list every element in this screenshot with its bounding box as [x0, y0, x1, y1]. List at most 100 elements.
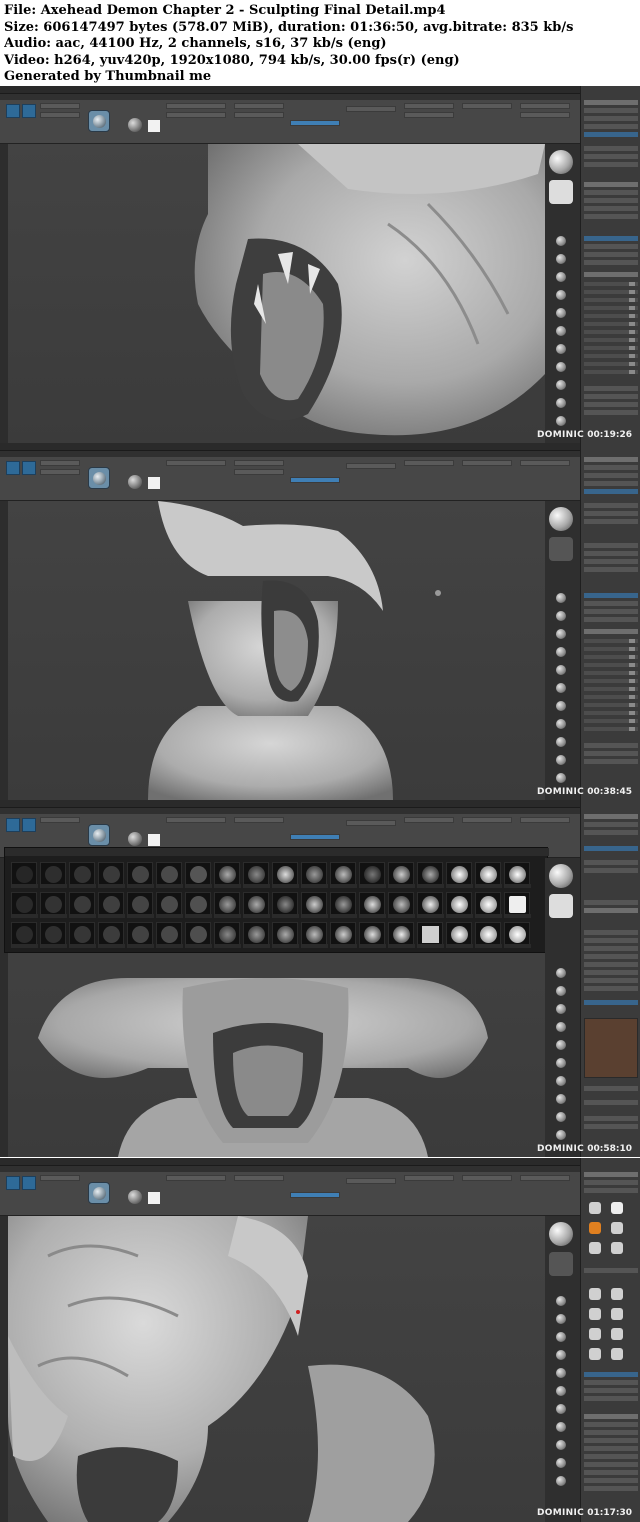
- brush-slot-icon[interactable]: [556, 362, 566, 372]
- panel-row[interactable]: [584, 146, 638, 151]
- tool-icon[interactable]: [611, 1242, 623, 1254]
- tool-icon[interactable]: [611, 1308, 623, 1320]
- alpha-thumbnail[interactable]: [330, 922, 357, 948]
- toolbar-button[interactable]: [520, 103, 570, 109]
- material-icon[interactable]: [128, 832, 142, 846]
- brush-slot-icon[interactable]: [556, 236, 566, 246]
- panel-slider[interactable]: [584, 711, 638, 715]
- sculpt-viewport[interactable]: [8, 144, 545, 443]
- panel-slider[interactable]: [584, 338, 638, 342]
- panel-row[interactable]: [584, 908, 638, 913]
- brush-slot-icon[interactable]: [556, 380, 566, 390]
- alpha-thumbnail[interactable]: [417, 922, 444, 948]
- toolbar-button[interactable]: [404, 1175, 454, 1181]
- brush-slot-icon[interactable]: [556, 290, 566, 300]
- toolbar-button[interactable]: [404, 112, 454, 118]
- alpha-thumbnail[interactable]: [475, 862, 502, 888]
- panel-row[interactable]: [584, 567, 638, 572]
- intensity-slider[interactable]: [290, 477, 340, 483]
- draw-icon[interactable]: [22, 1176, 36, 1190]
- panel-slider[interactable]: [584, 306, 638, 310]
- stroke-icon[interactable]: [549, 1252, 573, 1276]
- panel-slider[interactable]: [584, 322, 638, 326]
- panel-row[interactable]: [584, 601, 638, 606]
- panel-row[interactable]: [584, 938, 638, 943]
- toolbar-button[interactable]: [40, 469, 80, 475]
- alpha-thumbnail[interactable]: [98, 892, 125, 918]
- alpha-thumbnail[interactable]: [11, 862, 38, 888]
- tool-icon[interactable]: [589, 1328, 601, 1340]
- alpha-thumbnail[interactable]: [185, 922, 212, 948]
- brush-slot-icon[interactable]: [556, 629, 566, 639]
- alpha-thumbnail[interactable]: [214, 922, 241, 948]
- panel-row[interactable]: [584, 1388, 638, 1393]
- brush-slot-icon[interactable]: [556, 1296, 566, 1306]
- toolbar-button[interactable]: [234, 460, 284, 466]
- toolbar-button[interactable]: [234, 1175, 284, 1181]
- brush-slot-icon[interactable]: [556, 1094, 566, 1104]
- alpha-thumbnail[interactable]: [272, 862, 299, 888]
- brush-slot-icon[interactable]: [556, 719, 566, 729]
- panel-row[interactable]: [584, 154, 638, 159]
- panel-row[interactable]: [584, 814, 638, 819]
- material-icon[interactable]: [128, 475, 142, 489]
- alpha-thumbnail[interactable]: [156, 922, 183, 948]
- panel-row[interactable]: [584, 1100, 638, 1105]
- toolbar-button[interactable]: [346, 1178, 396, 1184]
- color-swatch[interactable]: [148, 834, 160, 846]
- toolbar-button[interactable]: [234, 469, 284, 475]
- panel-row[interactable]: [584, 457, 638, 462]
- panel-row[interactable]: [584, 986, 638, 991]
- panel-row[interactable]: [584, 473, 638, 478]
- panel-row[interactable]: [584, 132, 638, 137]
- edit-icon[interactable]: [6, 461, 20, 475]
- alpha-thumbnail[interactable]: [156, 862, 183, 888]
- sculpt-viewport[interactable]: [8, 501, 545, 800]
- alpha-thumbnail[interactable]: [40, 862, 67, 888]
- toolbar-button[interactable]: [404, 460, 454, 466]
- panel-row[interactable]: [584, 1454, 638, 1459]
- tool-icon[interactable]: [589, 1308, 601, 1320]
- panel-slider[interactable]: [584, 695, 638, 699]
- toolbar-button[interactable]: [346, 820, 396, 826]
- brush-slot-icon[interactable]: [556, 1422, 566, 1432]
- panel-row[interactable]: [584, 410, 638, 415]
- alpha-thumbnail[interactable]: [446, 922, 473, 948]
- brush-slot-icon[interactable]: [556, 737, 566, 747]
- toolbar-button[interactable]: [234, 112, 284, 118]
- brush-slot-icon[interactable]: [556, 755, 566, 765]
- alpha-thumbnail[interactable]: [185, 892, 212, 918]
- panel-row[interactable]: [584, 503, 638, 508]
- alpha-thumbnail[interactable]: [330, 892, 357, 918]
- alpha-thumbnail[interactable]: [504, 892, 531, 918]
- brush-slot-icon[interactable]: [556, 701, 566, 711]
- panel-row[interactable]: [584, 206, 638, 211]
- brush-slot-icon[interactable]: [556, 611, 566, 621]
- panel-row[interactable]: [584, 1180, 638, 1185]
- alpha-thumbnail[interactable]: [127, 862, 154, 888]
- toolbar-button[interactable]: [166, 103, 226, 109]
- brush-slot-icon[interactable]: [556, 1112, 566, 1122]
- panel-row[interactable]: [584, 1188, 638, 1193]
- brush-slot-icon[interactable]: [556, 968, 566, 978]
- panel-row[interactable]: [584, 946, 638, 951]
- panel-row[interactable]: [584, 822, 638, 827]
- panel-slider[interactable]: [584, 679, 638, 683]
- alpha-thumbnail[interactable]: [359, 892, 386, 918]
- panel-row[interactable]: [584, 830, 638, 835]
- alpha-thumbnail[interactable]: [272, 922, 299, 948]
- panel-row[interactable]: [584, 116, 638, 121]
- panel-row[interactable]: [584, 954, 638, 959]
- alpha-thumbnail[interactable]: [243, 892, 270, 918]
- alpha-thumbnail[interactable]: [11, 922, 38, 948]
- panel-row[interactable]: [584, 970, 638, 975]
- alpha-thumbnail[interactable]: [417, 892, 444, 918]
- panel-row[interactable]: [584, 1086, 638, 1091]
- brush-slot-icon[interactable]: [556, 308, 566, 318]
- panel-slider[interactable]: [584, 362, 638, 366]
- panel-row[interactable]: [584, 860, 638, 865]
- panel-row[interactable]: [584, 162, 638, 167]
- stroke-icon[interactable]: [549, 180, 573, 204]
- draw-icon[interactable]: [22, 104, 36, 118]
- panel-row[interactable]: [584, 519, 638, 524]
